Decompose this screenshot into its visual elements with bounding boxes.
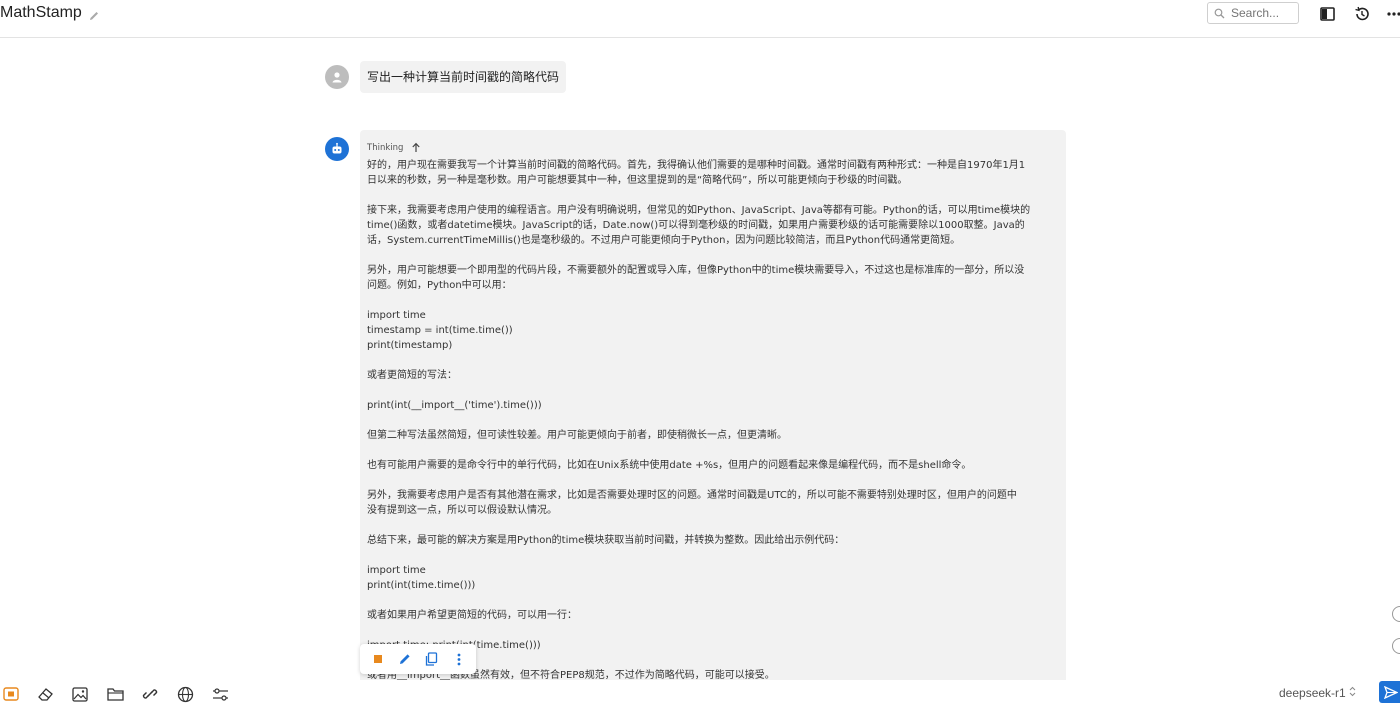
reply-spacer	[367, 188, 1060, 203]
reply-spacer	[367, 248, 1060, 263]
reply-spacer	[367, 518, 1060, 533]
reply-line: 另外，用户可能想要一个即用型的代码片段，不需要额外的配置或导入库，但像Pytho…	[367, 265, 1025, 276]
assistant-reply-text: 好的，用户现在需要我写一个计算当前时间戳的简略代码。首先，我得确认他们需要的是哪…	[367, 158, 1060, 683]
top-header: MathStamp	[0, 0, 1400, 38]
edit-button[interactable]	[397, 651, 413, 667]
assistant-message-bubble: Thinking 好的，用户现在需要我写一个计算当前时间戳的简略代码。首先，我得…	[360, 130, 1066, 690]
globe-icon[interactable]	[176, 685, 194, 703]
copy-icon	[425, 652, 438, 666]
image-icon[interactable]	[71, 685, 89, 703]
reply-spacer	[367, 593, 1060, 608]
reply-line: import time	[367, 310, 426, 321]
user-icon	[332, 72, 342, 83]
history-icon[interactable]	[1354, 6, 1370, 22]
reply-line: print(int(__import__('time').time()))	[367, 400, 542, 411]
reply-line: 接下来，我需要考虑用户使用的编程语言。用户没有明确说明，但常见的如Python、…	[367, 205, 1031, 216]
link-icon[interactable]	[141, 685, 159, 703]
reply-line: 或者如果用户希望更简短的代码，可以用一行：	[367, 610, 577, 621]
send-icon	[1384, 685, 1398, 699]
edit-title-icon[interactable]	[88, 7, 100, 20]
split-view-icon[interactable]	[1319, 6, 1335, 22]
more-options-icon[interactable]	[1386, 6, 1400, 22]
reply-line: 或者更简短的写法：	[367, 370, 457, 381]
model-selector[interactable]: deepseek-r1	[1279, 686, 1356, 700]
more-actions-button[interactable]	[451, 651, 467, 667]
assistant-avatar	[325, 137, 349, 161]
copy-button[interactable]	[424, 651, 440, 667]
folder-icon[interactable]	[106, 685, 124, 703]
user-avatar	[325, 65, 349, 89]
reply-spacer	[367, 353, 1060, 368]
reply-line: print(timestamp)	[367, 340, 453, 351]
kebab-icon	[457, 653, 460, 665]
pencil-icon	[399, 654, 410, 664]
chevron-updown-icon	[1349, 686, 1356, 700]
search-box[interactable]	[1207, 2, 1299, 24]
send-button[interactable]	[1379, 681, 1400, 703]
reply-spacer	[367, 443, 1060, 458]
reply-line: 总结下来，最可能的解决方案是用Python的time模块获取当前时间戳，并转换为…	[367, 535, 845, 546]
reply-spacer	[367, 623, 1060, 638]
search-input[interactable]	[1231, 6, 1293, 20]
reply-line: print(int(time.time()))	[367, 580, 476, 591]
reply-line: 问题。例如，Python中可以用：	[367, 280, 512, 291]
reply-spacer	[367, 293, 1060, 308]
reply-spacer	[367, 548, 1060, 563]
chat-title: MathStamp	[0, 4, 82, 21]
thinking-toggle[interactable]: Thinking	[367, 138, 421, 157]
title-area: MathStamp	[0, 4, 100, 22]
reply-line: 没有提到这一点，所以可以假设默认情况。	[367, 505, 557, 516]
stop-button[interactable]	[370, 651, 386, 667]
scroll-up-button[interactable]	[1392, 606, 1400, 622]
reply-spacer	[367, 413, 1060, 428]
reply-line: 另外，我需要考虑用户是否有其他潜在需求，比如是否需要处理时区的问题。通常时间戳是…	[367, 490, 1017, 501]
reply-line: 好的，用户现在需要我写一个计算当前时间戳的简略代码。首先，我得确认他们需要的是哪…	[367, 160, 1026, 171]
reply-spacer	[367, 383, 1060, 398]
reply-line: 话，System.currentTimeMillis()也是毫秒级的。不过用户可…	[367, 235, 961, 246]
robot-icon	[332, 142, 342, 154]
stop-generation-icon[interactable]	[2, 685, 20, 703]
reply-spacer	[367, 473, 1060, 488]
reply-line: time()函数，或者datetime模块。JavaScript的话，Date.…	[367, 220, 1025, 231]
reply-line: 也有可能用户需要的是命令行中的单行代码，比如在Unix系统中使用date +%s…	[367, 460, 972, 471]
reply-line: timestamp = int(time.time())	[367, 325, 513, 336]
user-message-bubble: 写出一种计算当前时间戳的简略代码	[360, 61, 567, 93]
reply-line: import time	[367, 565, 426, 576]
scroll-down-button[interactable]	[1392, 638, 1400, 654]
message-action-bar	[360, 644, 476, 674]
search-icon	[1214, 4, 1225, 23]
reply-line: 但第二种写法虽然简短，但可读性较差。用户可能更倾向于前者，即使稍微长一点，但更清…	[367, 430, 787, 441]
settings-sliders-icon[interactable]	[211, 685, 229, 703]
input-toolbar	[0, 680, 1400, 703]
eraser-icon[interactable]	[36, 685, 54, 703]
stop-icon	[373, 655, 382, 663]
thinking-label: Thinking	[367, 142, 404, 153]
model-name: deepseek-r1	[1279, 686, 1346, 700]
reply-line: 日以来的秒数，另一种是毫秒数。用户可能想要其中一种，但这里提到的是“简略代码”，…	[367, 175, 908, 186]
arrow-up-icon	[411, 138, 421, 157]
